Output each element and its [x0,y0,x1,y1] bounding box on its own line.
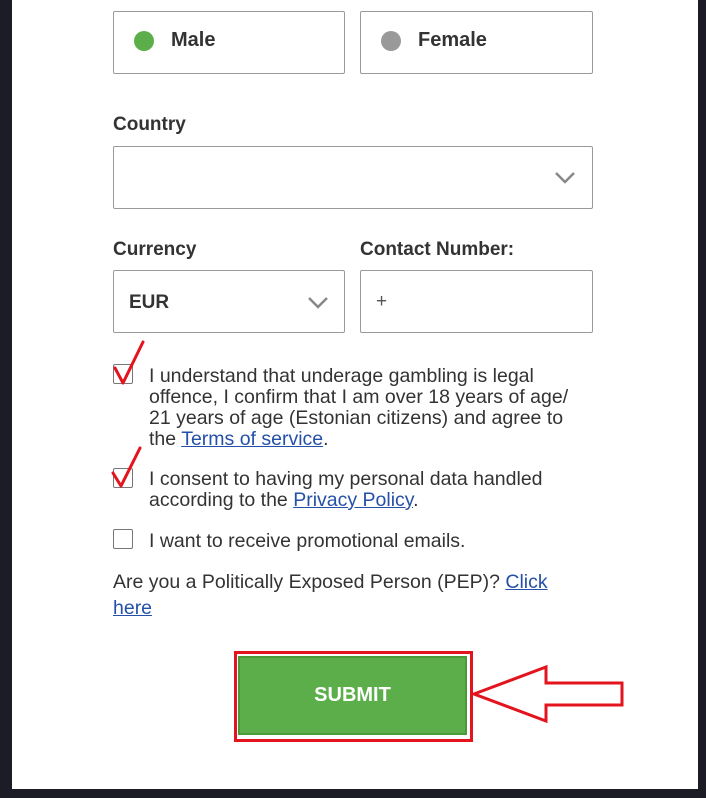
submit-button[interactable]: SUBMIT [238,656,467,735]
contact-number-label: Contact Number: [360,239,515,260]
promo-emails-checkbox[interactable] [113,529,133,549]
phone-prefix: + [376,291,388,312]
privacy-agreement-text: I consent to having my personal data han… [149,469,589,511]
gender-male-label: Male [171,29,216,51]
currency-select[interactable]: EUR [113,270,345,333]
privacy-suffix: . [413,489,419,511]
country-label: Country [113,114,186,135]
terms-suffix: . [323,428,329,450]
chevron-down-icon [308,297,328,309]
gender-option-female[interactable]: Female [360,11,593,74]
pointer-arrow-icon [470,665,624,723]
privacy-policy-link[interactable]: Privacy Policy [293,489,413,511]
red-checkmark-icon [111,446,142,488]
country-select[interactable] [113,146,593,209]
pep-question: Are you a Politically Exposed Person (PE… [113,569,583,621]
gender-female-label: Female [418,29,487,51]
terms-agreement-text: I understand that underage gambling is l… [149,366,589,450]
radio-unselected-icon [381,31,401,51]
chevron-down-icon [555,172,575,184]
pep-text: Are you a Politically Exposed Person (PE… [113,571,506,593]
terms-of-service-link[interactable]: Terms of service [181,428,323,450]
currency-label: Currency [113,239,197,260]
red-checkmark-icon [113,340,145,385]
currency-value: EUR [129,292,170,313]
radio-selected-icon [134,31,154,51]
contact-number-input[interactable]: + [360,270,593,333]
promo-emails-label: I want to receive promotional emails. [149,530,466,552]
gender-option-male[interactable]: Male [113,11,345,74]
